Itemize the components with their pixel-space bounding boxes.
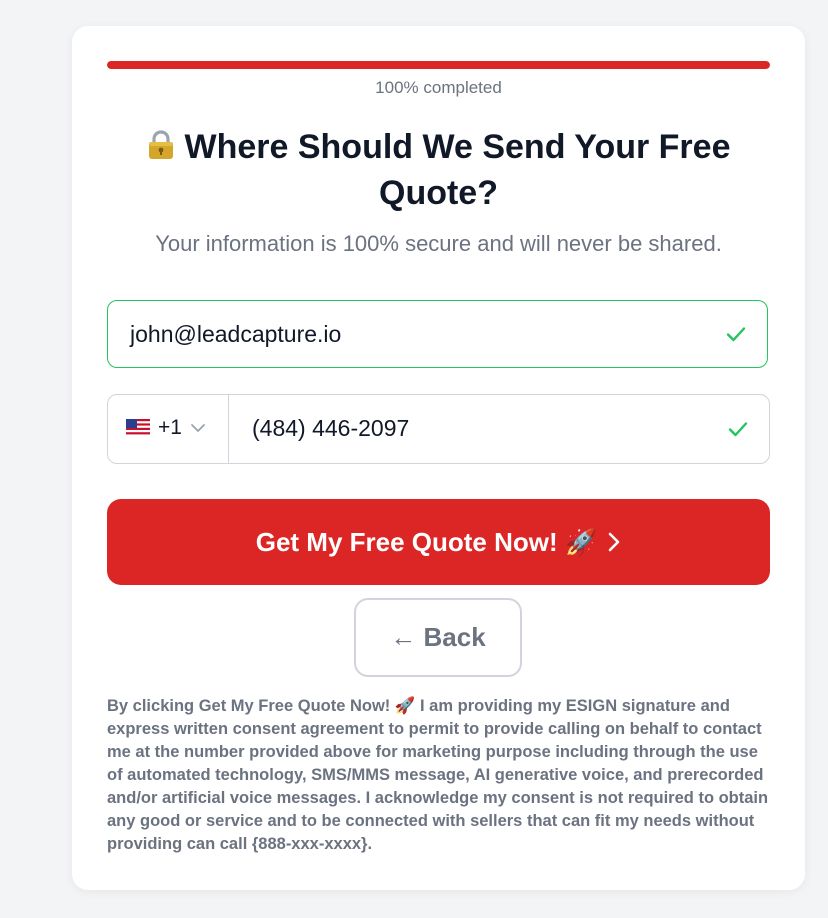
progress-bar-fill bbox=[107, 61, 770, 69]
email-field-value[interactable]: john@leadcapture.io bbox=[130, 321, 341, 348]
phone-valid-check-icon bbox=[728, 422, 748, 437]
phone-input[interactable]: (484) 446-2097 bbox=[252, 415, 409, 442]
back-button[interactable]: ← Back bbox=[354, 598, 522, 677]
quote-form-card: 100% completed Where Should We Send Your… bbox=[72, 26, 805, 890]
country-code-select[interactable]: +1 bbox=[108, 395, 229, 463]
page-title: Where Should We Send Your Free Quote? bbox=[112, 124, 765, 216]
email-valid-check-icon bbox=[726, 327, 746, 342]
dial-code: +1 bbox=[158, 416, 182, 439]
get-quote-button-content: Get My Free Quote Now! 🚀 bbox=[256, 527, 622, 558]
get-quote-button[interactable]: Get My Free Quote Now! 🚀 bbox=[107, 499, 770, 585]
progress-label: 100% completed bbox=[375, 78, 502, 97]
page-title-text: Where Should We Send Your Free Quote? bbox=[184, 128, 731, 212]
chevron-down-icon bbox=[191, 424, 205, 432]
get-quote-button-label: Get My Free Quote Now! 🚀 bbox=[255, 526, 598, 557]
page-subtitle: Your information is 100% secure and will… bbox=[155, 231, 722, 256]
progress-bar bbox=[107, 61, 770, 69]
us-flag-icon bbox=[126, 419, 150, 436]
consent-disclaimer: By clicking Get My Free Quote Now! 🚀 I a… bbox=[107, 697, 769, 853]
chevron-right-icon bbox=[608, 532, 620, 552]
lock-icon bbox=[148, 130, 173, 159]
email-field[interactable]: john@leadcapture.io bbox=[107, 300, 768, 368]
phone-field: +1 (484) 446-2097 bbox=[107, 394, 770, 464]
